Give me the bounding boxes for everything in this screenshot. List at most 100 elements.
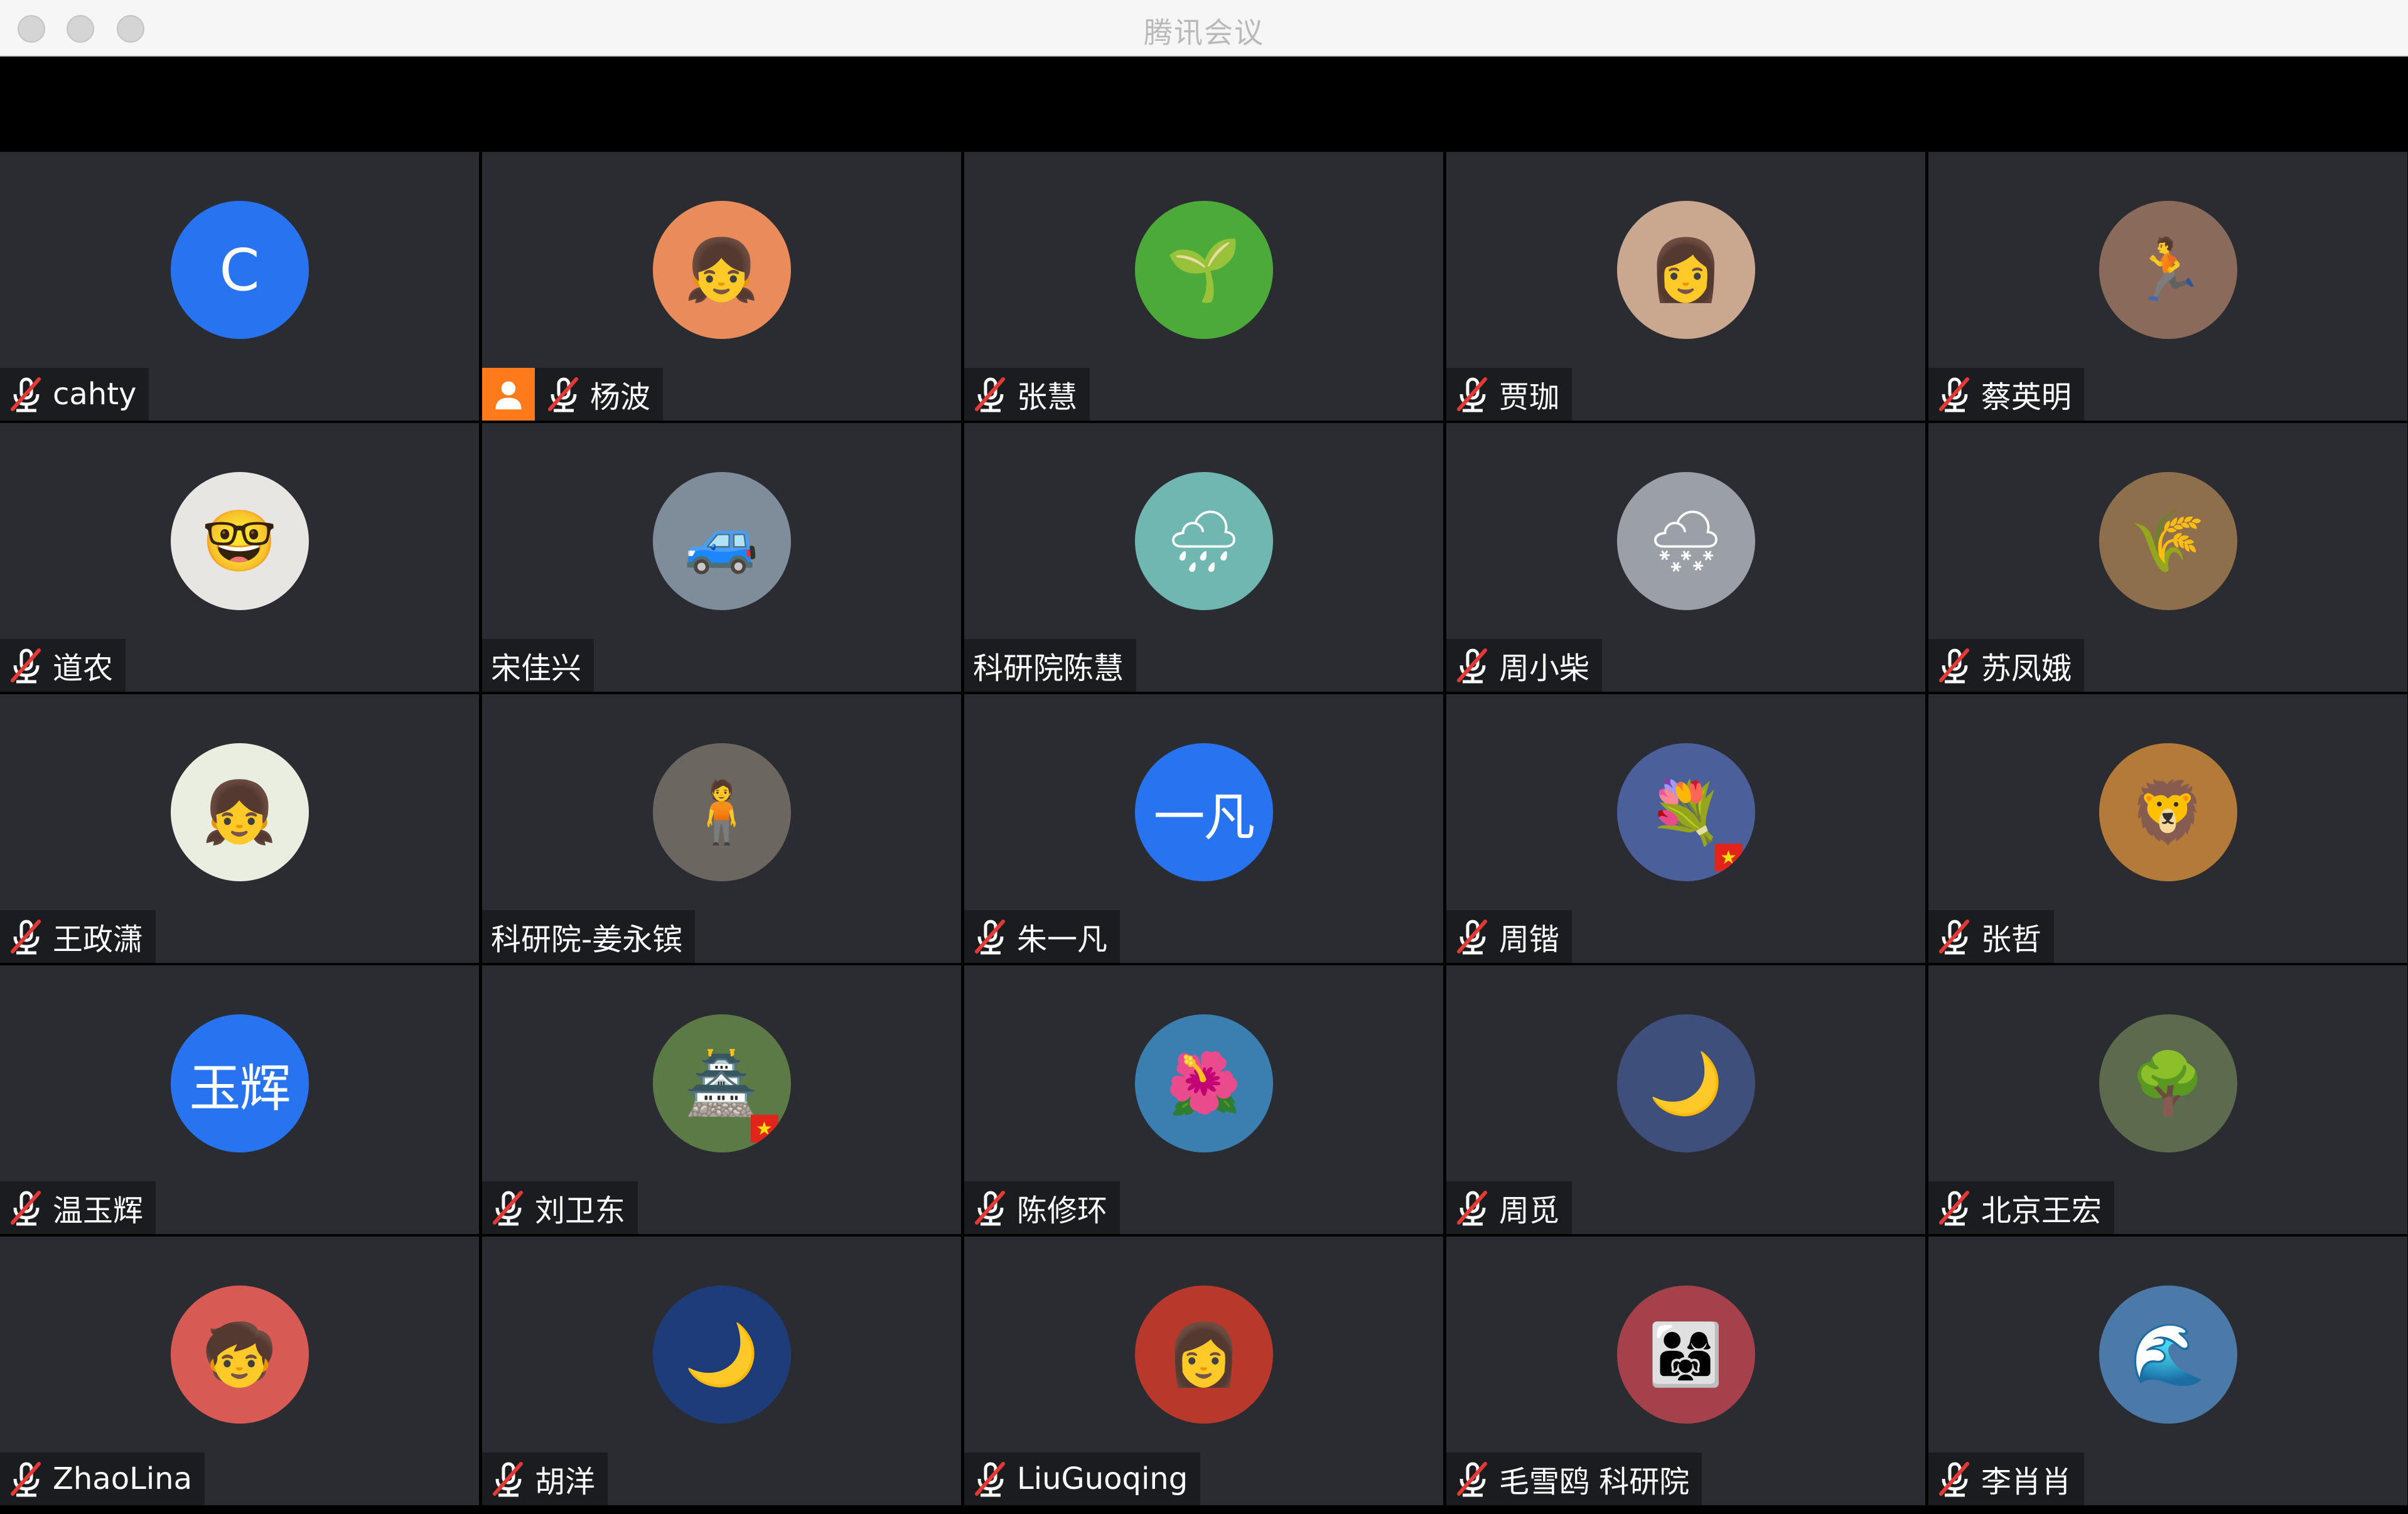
participant-gallery: C cahty 👧 杨波 🌱 张慧 👩 贾珈 🏃 蔡英明 🤓 道农 🚙 宋佳兴 (0, 152, 2408, 1509)
mic-muted-icon (548, 377, 578, 412)
participant-tile-17[interactable]: 🏯 ★ 刘卫东 (482, 965, 961, 1234)
mic-muted-icon (1939, 1191, 1969, 1226)
participant-tile-15[interactable]: 🦁 张哲 (1928, 694, 2407, 963)
participant-name: 朱一凡 (1017, 922, 1108, 957)
participant-avatar: 一凡 (1134, 743, 1273, 881)
pavilion-icon: 🏯 ★ (652, 1014, 791, 1152)
participant-tile-13[interactable]: 一凡 朱一凡 (964, 694, 1443, 963)
participant-name: LiuGuoqing (1017, 1461, 1188, 1496)
participant-tile-16[interactable]: 玉辉 温玉辉 (0, 965, 479, 1234)
mic-muted-icon (1939, 377, 1969, 412)
mic-muted-icon (975, 920, 1005, 955)
avatar-glyph: 🦁 (2130, 777, 2206, 847)
avatar-glyph: 🌙 (684, 1319, 760, 1390)
participant-tile-10[interactable]: 🌾 苏凤娥 (1928, 423, 2407, 692)
participant-name-tag: 周觅 (1446, 1181, 1572, 1234)
avatar-glyph: 🌧 (1165, 506, 1242, 576)
participant-name: 张慧 (1017, 380, 1078, 415)
mic-muted-icon (493, 1191, 523, 1226)
participant-tile-11[interactable]: 👧 王政潇 (0, 694, 479, 963)
participant-name: 科研院陈慧 (973, 651, 1124, 686)
avatar-glyph: 🏃 (2130, 235, 2206, 305)
avatar-glyph: 🚙 (684, 506, 760, 576)
participant-name: 科研院-姜永镔 (491, 922, 683, 957)
participant-tile-19[interactable]: 🌙 周觅 (1446, 965, 1925, 1234)
participant-name-tag: 张慧 (964, 368, 1090, 421)
avatar-glyph: 🌊 (2130, 1319, 2206, 1390)
participant-name: 周觅 (1499, 1193, 1560, 1228)
flower-crown-girl-icon: 👧 (170, 743, 309, 881)
participant-name-tag: 胡洋 (482, 1452, 608, 1505)
participant-name-tag: 贾珈 (1446, 368, 1572, 421)
participant-tile-9[interactable]: 🌨 周小柴 (1446, 423, 1925, 692)
participant-tile-7[interactable]: 🚙 宋佳兴 (482, 423, 961, 692)
participant-name: 宋佳兴 (491, 651, 582, 686)
participant-name-tag: 北京王宏 (1928, 1181, 2115, 1234)
mic-muted-icon (975, 1191, 1005, 1226)
participant-name-tag: 周小柴 (1446, 639, 1603, 692)
participant-name: 陈修环 (1017, 1193, 1108, 1228)
participant-avatar: C (170, 201, 309, 339)
participant-name: 杨波 (590, 380, 651, 415)
participant-name: 胡洋 (535, 1464, 596, 1500)
participant-name-tag: 李肖肖 (1928, 1452, 2085, 1505)
participant-name-tag: 科研院陈慧 (964, 639, 1137, 692)
avatar-glyph: 👩 (1648, 235, 1724, 305)
woman-portrait-icon: 👩 (1616, 201, 1755, 339)
avatar-glyph: 👧 (202, 777, 277, 847)
mic-muted-icon (1939, 920, 1969, 955)
avatar-glyph: 💐 (1648, 777, 1724, 847)
participant-name: 蔡英明 (1981, 380, 2072, 415)
cartoon-kid-icon: 🧒 (170, 1286, 309, 1424)
rain-green-icon: 🌧 (1134, 472, 1273, 610)
avatar-glyph: 🌳 (2130, 1048, 2206, 1119)
dried-grass-icon: 🌾 (2099, 472, 2237, 610)
participant-tile-4[interactable]: 👩 贾珈 (1446, 152, 1925, 421)
participant-tile-3[interactable]: 🌱 张慧 (964, 152, 1443, 421)
participant-name-tag: 张哲 (1928, 910, 2055, 963)
participant-tile-18[interactable]: 🌺 陈修环 (964, 965, 1443, 1234)
participant-tile-5[interactable]: 🏃 蔡英明 (1928, 152, 2407, 421)
avatar-glyph: 🧍 (684, 777, 760, 847)
avatar-glyph: 👨‍👩‍👧 (1648, 1319, 1724, 1390)
participant-name-tag: 周锴 (1446, 910, 1572, 963)
family-photo-icon: 👨‍👩‍👧 (1616, 1286, 1755, 1424)
participant-tile-6[interactable]: 🤓 道农 (0, 423, 479, 692)
flag-badge-icon: ★ (1714, 844, 1743, 871)
sketch-woman-icon: 👩 (1134, 1286, 1273, 1424)
participant-name: ZhaoLina (53, 1461, 192, 1496)
participant-name: 道农 (53, 651, 114, 686)
participant-name-tag: 宋佳兴 (482, 639, 594, 692)
avatar-glyph: 🤓 (202, 506, 277, 576)
user-camera-icon (482, 368, 535, 421)
participant-name: 王政潇 (53, 922, 144, 957)
participant-name-tag: cahty (0, 368, 149, 421)
participant-name-tag: 蔡英明 (1928, 368, 2085, 421)
participant-tile-2[interactable]: 👧 杨波 (482, 152, 961, 421)
avatar-glyph: 🌨 (1647, 506, 1724, 576)
mic-muted-icon (11, 920, 41, 955)
participant-tile-1[interactable]: C cahty (0, 152, 479, 421)
participant-name-tag: 科研院-姜永镔 (482, 910, 696, 963)
participant-tile-25[interactable]: 🌊 李肖肖 (1928, 1237, 2407, 1505)
mic-muted-icon (11, 377, 41, 412)
participant-tile-12[interactable]: 🧍 科研院-姜永镔 (482, 694, 961, 963)
participant-tile-14[interactable]: 💐 ★ 周锴 (1446, 694, 1925, 963)
participant-name-tag: LiuGuoqing (964, 1452, 1201, 1505)
window-title: 腾讯会议 (1144, 16, 1264, 50)
sprout-icon: 🌱 (1134, 201, 1273, 339)
flag-badge-icon: ★ (750, 1115, 778, 1142)
mic-muted-icon (1457, 648, 1487, 684)
participant-name-tag: 温玉辉 (0, 1181, 156, 1234)
participant-tile-21[interactable]: 🧒 ZhaoLina (0, 1237, 479, 1505)
participant-tile-8[interactable]: 🌧 科研院陈慧 (964, 423, 1443, 692)
mic-muted-icon (11, 1191, 41, 1226)
participant-tile-24[interactable]: 👨‍👩‍👧 毛雪鸥 科研院 (1446, 1237, 1925, 1505)
participant-name: cahty (53, 377, 137, 412)
participant-tile-22[interactable]: 🌙 胡洋 (482, 1237, 961, 1505)
avatar-glyph: 🧒 (202, 1319, 277, 1390)
participant-tile-23[interactable]: 👩 LiuGuoqing (964, 1237, 1443, 1505)
mic-muted-icon (11, 648, 41, 684)
participant-tile-20[interactable]: 🌳 北京王宏 (1928, 965, 2407, 1234)
avatar-glyph: 🌱 (1166, 235, 1242, 305)
